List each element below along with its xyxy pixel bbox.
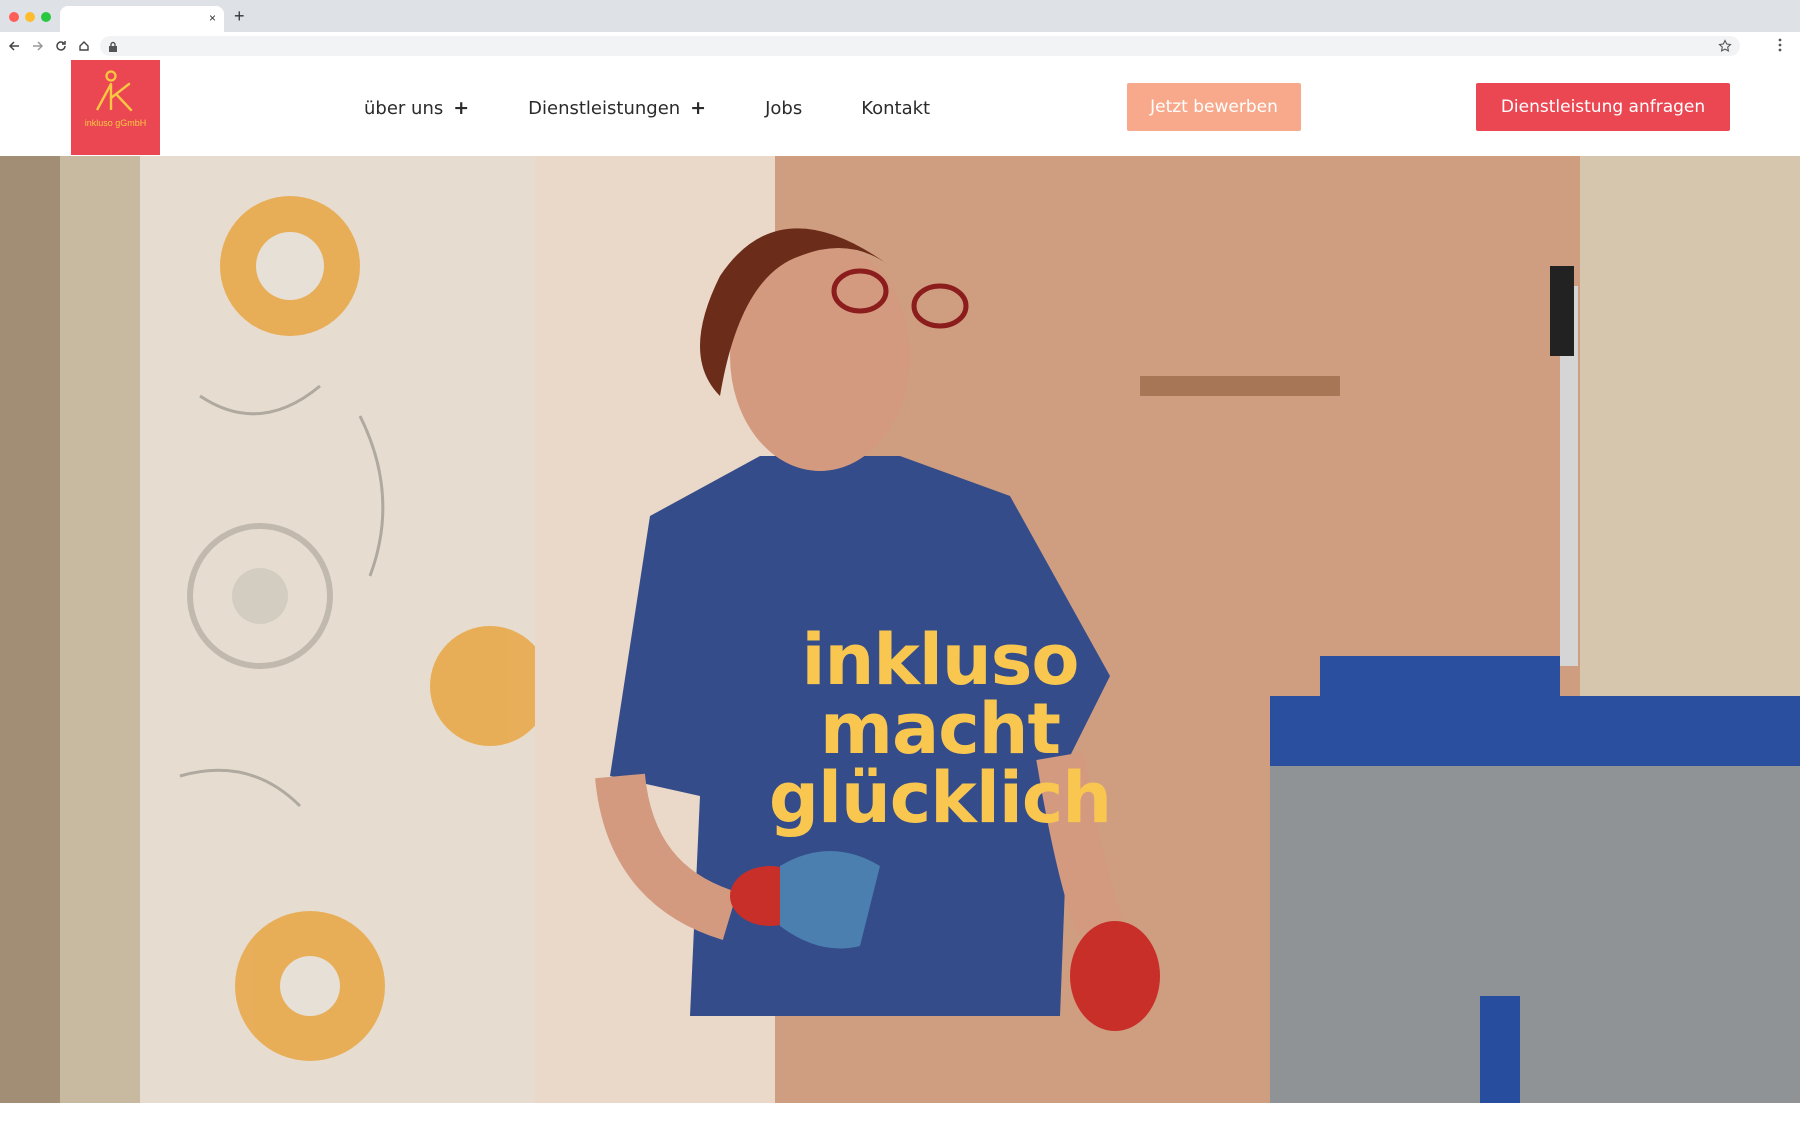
window-minimize-icon[interactable] xyxy=(25,12,35,22)
logo-text: inkluso gGmbH xyxy=(84,118,147,128)
apply-now-button[interactable]: Jetzt bewerben xyxy=(1127,83,1301,131)
hero-title-line: macht xyxy=(820,688,1061,770)
request-service-button[interactable]: Dienstleistung anfragen xyxy=(1476,83,1730,131)
browser-tabstrip: × + xyxy=(0,0,1800,32)
browser-tab[interactable]: × xyxy=(60,6,224,32)
window-close-icon[interactable] xyxy=(9,12,19,22)
new-tab-icon[interactable]: + xyxy=(234,6,245,26)
nav-item-label: Kontakt xyxy=(861,97,931,119)
lock-icon xyxy=(108,40,120,52)
menu-dots-icon[interactable] xyxy=(1778,38,1790,54)
browser-toolbar xyxy=(0,32,1800,60)
plus-icon[interactable]: + xyxy=(453,97,469,119)
nav-item-label: Jobs xyxy=(765,97,803,119)
forward-icon[interactable] xyxy=(30,38,46,54)
plus-icon[interactable]: + xyxy=(690,97,706,119)
reload-icon[interactable] xyxy=(53,38,69,54)
window-maximize-icon[interactable] xyxy=(41,12,51,22)
site-logo[interactable]: inkluso gGmbH xyxy=(71,60,160,155)
main-navigation: über uns + Dienstleistungen + Jobs Konta… xyxy=(364,60,989,156)
nav-item-kontakt[interactable]: Kontakt xyxy=(861,98,930,119)
star-icon[interactable] xyxy=(1718,39,1732,53)
logo-mark-icon xyxy=(95,70,133,112)
nav-item-label: Dienstleistungen xyxy=(528,97,681,119)
hero-title-line: glücklich xyxy=(768,757,1112,839)
site-header: inkluso gGmbH über uns + Dienstleistunge… xyxy=(0,60,1800,156)
nav-item-ueber-uns[interactable]: über uns + xyxy=(364,97,469,119)
hero-section: inkluso macht glücklich xyxy=(0,156,1800,1103)
nav-item-jobs[interactable]: Jobs xyxy=(765,98,802,119)
hero-title: inkluso macht glücklich xyxy=(640,619,1240,839)
tab-close-icon[interactable]: × xyxy=(209,11,216,25)
hero-title-line: inkluso xyxy=(801,619,1080,701)
home-icon[interactable] xyxy=(76,38,92,54)
nav-item-label: über uns xyxy=(364,97,444,119)
address-bar[interactable] xyxy=(100,36,1740,56)
back-icon[interactable] xyxy=(6,38,22,54)
nav-item-dienstleistungen[interactable]: Dienstleistungen + xyxy=(528,97,706,119)
